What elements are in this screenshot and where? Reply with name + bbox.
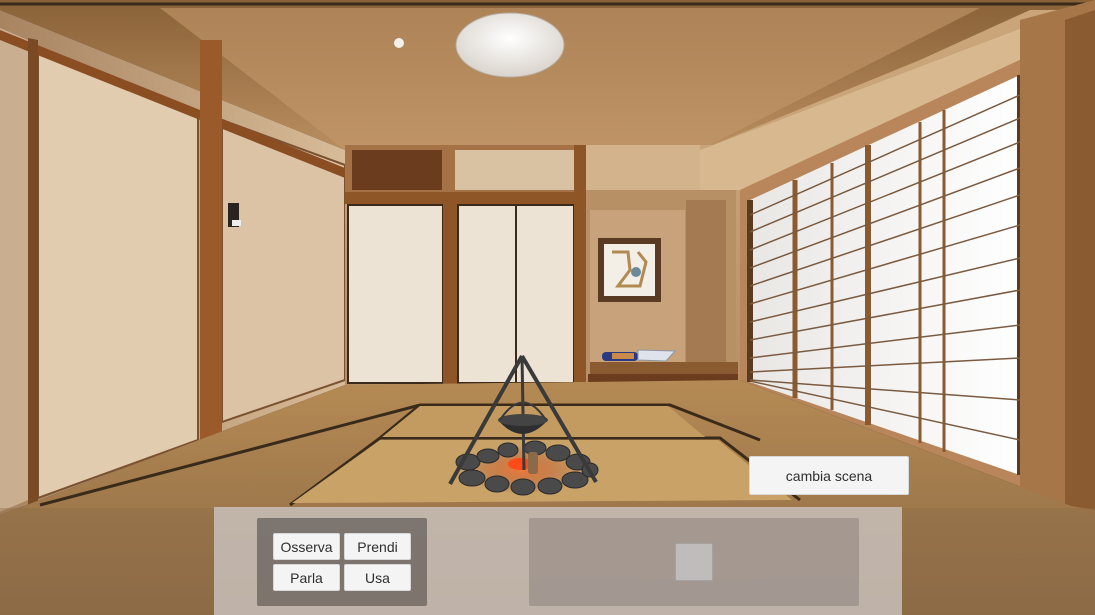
observe-button[interactable]: Osserva: [273, 533, 340, 560]
sliding-door-left: [347, 204, 444, 384]
inventory-slot[interactable]: [675, 543, 713, 581]
talk-button[interactable]: Parla: [273, 564, 340, 591]
actions-box: [257, 518, 427, 606]
sliding-door-center: [457, 204, 517, 384]
take-button[interactable]: Prendi: [344, 533, 411, 560]
framed-painting-icon: [598, 238, 661, 302]
change-scene-button[interactable]: cambia scena: [749, 456, 909, 495]
sliding-door-right: [515, 204, 575, 384]
use-button[interactable]: Usa: [344, 564, 411, 591]
